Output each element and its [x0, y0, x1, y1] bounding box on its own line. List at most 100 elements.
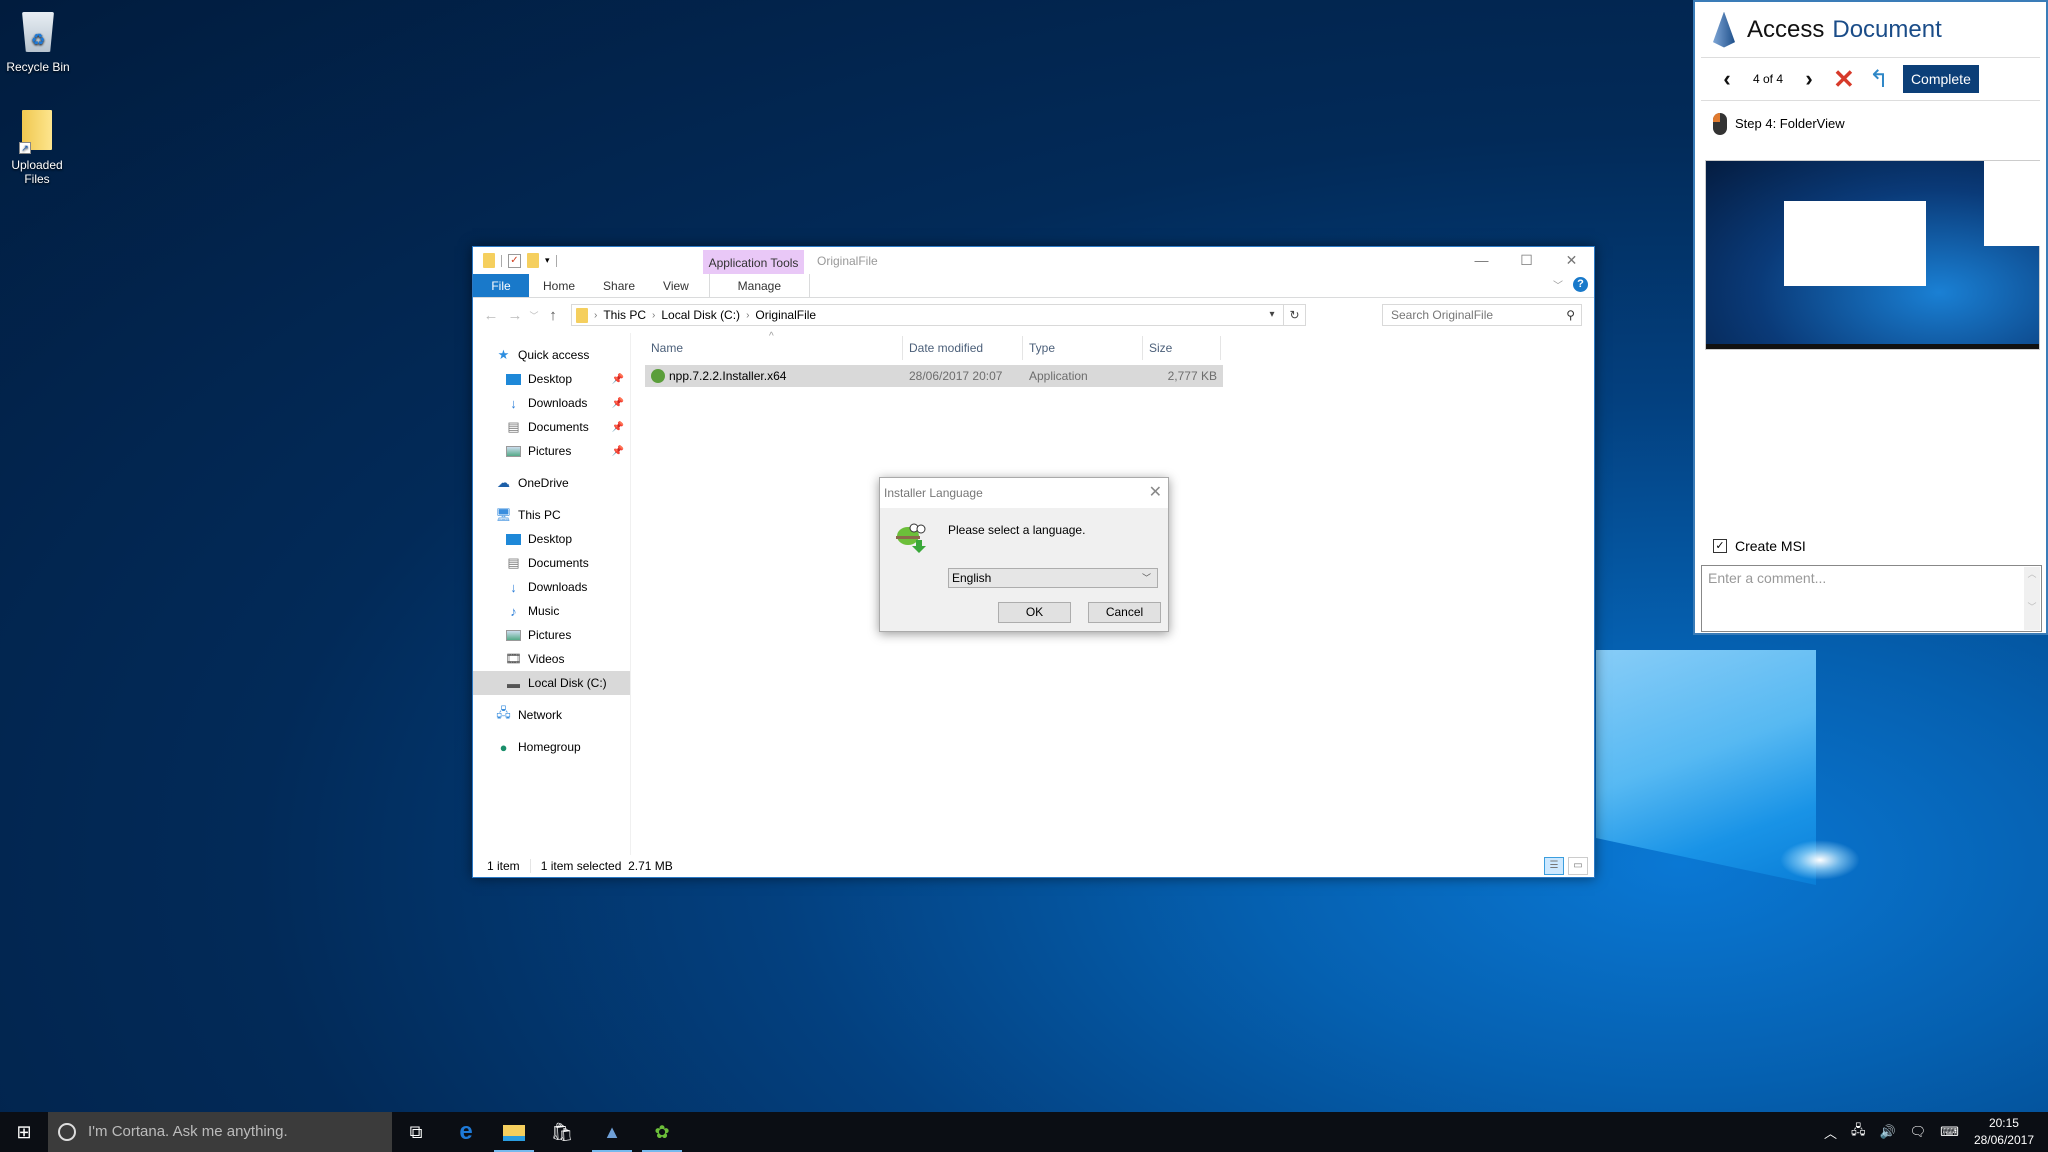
store-icon[interactable]: 🛍 — [538, 1112, 586, 1152]
nav-pc-downloads[interactable]: ↓ Downloads — [473, 575, 630, 599]
pictures-icon — [505, 628, 522, 642]
nav-network[interactable]: 🖧 Network — [473, 703, 630, 727]
expand-ribbon-icon[interactable]: ﹀ — [1553, 277, 1563, 292]
nav-homegroup[interactable]: ● Homegroup — [473, 735, 630, 759]
new-folder-icon[interactable] — [527, 253, 539, 268]
nav-pc-music[interactable]: ♪ Music — [473, 599, 630, 623]
music-icon: ♪ — [510, 603, 517, 619]
chevron-right-icon: › — [594, 309, 598, 321]
back-button[interactable]: ← — [479, 307, 503, 324]
nav-label: OneDrive — [518, 476, 569, 490]
nav-quick-pictures[interactable]: Pictures 📌 — [473, 439, 630, 463]
nav-pc-desktop[interactable]: Desktop — [473, 527, 630, 551]
nav-label: Local Disk (C:) — [528, 676, 607, 690]
access-document-taskbar-icon[interactable]: ▲ — [588, 1112, 636, 1152]
dialog-close-button[interactable]: ✕ — [1149, 478, 1162, 508]
pin-icon[interactable]: 📌 — [612, 422, 624, 433]
documents-icon: ▤ — [507, 555, 520, 570]
nav-quick-access[interactable]: ★ Quick access — [473, 343, 630, 367]
tab-view[interactable]: View — [649, 274, 703, 297]
comment-scrollbar[interactable]: ︿ ﹀ — [2024, 567, 2040, 630]
column-name[interactable]: Name — [645, 336, 903, 360]
next-step-button[interactable]: › — [1797, 66, 1821, 92]
delete-step-button[interactable]: ✕ — [1833, 64, 1855, 95]
navigation-pane: ★ Quick access Desktop 📌 ↓ Downloads 📌 ▤ Docu… — [473, 333, 631, 855]
desktop-icon-uploaded-files[interactable]: ↗ Uploaded Files — [0, 110, 74, 186]
create-msi-checkbox[interactable]: ✓ Create MSI — [1713, 538, 1806, 554]
column-date-modified[interactable]: Date modified — [903, 336, 1023, 360]
edge-browser-icon[interactable]: e — [442, 1112, 490, 1152]
action-center-icon[interactable]: 🗨 — [1910, 1124, 1927, 1140]
cortana-placeholder: I'm Cortana. Ask me anything. — [88, 1123, 288, 1140]
nav-quick-desktop[interactable]: Desktop 📌 — [473, 367, 630, 391]
address-bar[interactable]: › This PC › Local Disk (C:) › OriginalFi… — [571, 304, 1306, 326]
nav-this-pc[interactable]: 🖥 This PC — [473, 503, 630, 527]
forward-button[interactable]: → — [503, 307, 527, 324]
desktop-icon-recycle-bin[interactable]: ♻ Recycle Bin — [0, 8, 76, 74]
tab-file[interactable]: File — [473, 274, 529, 297]
download-icon: ↓ — [510, 395, 517, 411]
address-dropdown-icon[interactable]: ▾ — [1263, 305, 1281, 325]
nav-pc-documents[interactable]: ▤ Documents — [473, 551, 630, 575]
cancel-button[interactable]: Cancel — [1088, 602, 1161, 623]
undo-icon[interactable]: ↰ — [1869, 65, 1889, 94]
up-button[interactable]: ↑ — [541, 307, 565, 324]
notepad-plus-plus-taskbar-icon[interactable]: ✿ — [638, 1112, 686, 1152]
comment-input[interactable]: Enter a comment... ︿ ﹀ — [1701, 565, 2042, 632]
column-size[interactable]: Size — [1143, 336, 1221, 360]
selected-language: English — [952, 571, 992, 585]
tab-home[interactable]: Home — [529, 274, 589, 297]
show-hidden-icons-button[interactable]: ︿ — [1824, 1123, 1837, 1142]
comment-placeholder: Enter a comment... — [1708, 570, 1827, 586]
start-button[interactable]: ⊞ — [0, 1112, 48, 1152]
nav-label: Documents — [528, 420, 589, 434]
keyboard-icon[interactable]: ⌨ — [1940, 1124, 1959, 1140]
documents-icon: ▤ — [507, 419, 520, 434]
step-screenshot-thumbnail[interactable] — [1705, 160, 2040, 350]
clock[interactable]: 20:15 28/06/2017 — [1974, 1115, 2034, 1149]
pin-icon[interactable]: 📌 — [612, 374, 624, 385]
search-input[interactable]: Search OriginalFile ⚲ — [1382, 304, 1582, 326]
tab-share[interactable]: Share — [589, 274, 649, 297]
volume-icon[interactable]: 🔊 — [1879, 1124, 1895, 1140]
customize-qat-icon[interactable]: ▾ — [545, 255, 550, 266]
help-icon[interactable]: ? — [1573, 277, 1588, 292]
task-view-button[interactable]: ⧉ — [392, 1112, 440, 1152]
file-row[interactable]: npp.7.2.2.Installer.x64 28/06/2017 20:07… — [645, 365, 1223, 387]
clock-date: 28/06/2017 — [1973, 1133, 2034, 1147]
close-button[interactable]: ✕ — [1549, 247, 1594, 274]
pin-icon[interactable]: 📌 — [612, 446, 624, 457]
breadcrumb-local-disk[interactable]: Local Disk (C:) — [661, 308, 740, 322]
complete-button[interactable]: Complete — [1902, 65, 1979, 93]
refresh-button[interactable]: ↻ — [1283, 305, 1305, 325]
ok-button[interactable]: OK — [998, 602, 1071, 623]
recent-locations-button[interactable]: ﹀ — [527, 309, 541, 322]
panel-toolbar: ‹ 4 of 4 › ✕ ↰ Complete — [1701, 58, 2040, 101]
nav-label: Network — [518, 708, 563, 722]
minimize-button[interactable]: — — [1459, 247, 1504, 274]
taskbar: ⊞ I'm Cortana. Ask me anything. ⧉ e 🛍 ▲ … — [0, 1112, 2048, 1152]
properties-icon[interactable]: ✓ — [508, 253, 521, 268]
pin-icon[interactable]: 📌 — [612, 398, 624, 409]
breadcrumb-originalfile[interactable]: OriginalFile — [755, 308, 816, 322]
cortana-search-box[interactable]: I'm Cortana. Ask me anything. — [48, 1112, 392, 1152]
network-warning-icon[interactable]: 🖧 — [1851, 1121, 1866, 1143]
column-type[interactable]: Type — [1023, 336, 1143, 360]
desktop-icon — [505, 372, 522, 386]
nav-pc-videos[interactable]: 🎞 Videos — [473, 647, 630, 671]
nav-onedrive[interactable]: ☁ OneDrive — [473, 471, 630, 495]
nav-quick-downloads[interactable]: ↓ Downloads 📌 — [473, 391, 630, 415]
nav-pc-local-disk[interactable]: ▬ Local Disk (C:) — [473, 671, 630, 695]
previous-step-button[interactable]: ‹ — [1715, 66, 1739, 92]
large-icons-view-button[interactable]: ▭ — [1568, 857, 1588, 875]
details-view-button[interactable]: ☰ — [1544, 857, 1564, 875]
breadcrumb-this-pc[interactable]: This PC — [603, 308, 646, 322]
file-name: npp.7.2.2.Installer.x64 — [669, 368, 787, 383]
maximize-button[interactable]: ☐ — [1504, 247, 1549, 274]
nav-pc-pictures[interactable]: Pictures — [473, 623, 630, 647]
video-icon: 🎞 — [505, 651, 522, 666]
file-explorer-taskbar-icon[interactable] — [490, 1112, 538, 1152]
nav-quick-documents[interactable]: ▤ Documents 📌 — [473, 415, 630, 439]
language-select[interactable]: English ﹀ — [948, 568, 1158, 588]
tab-manage[interactable]: Manage — [708, 274, 810, 297]
